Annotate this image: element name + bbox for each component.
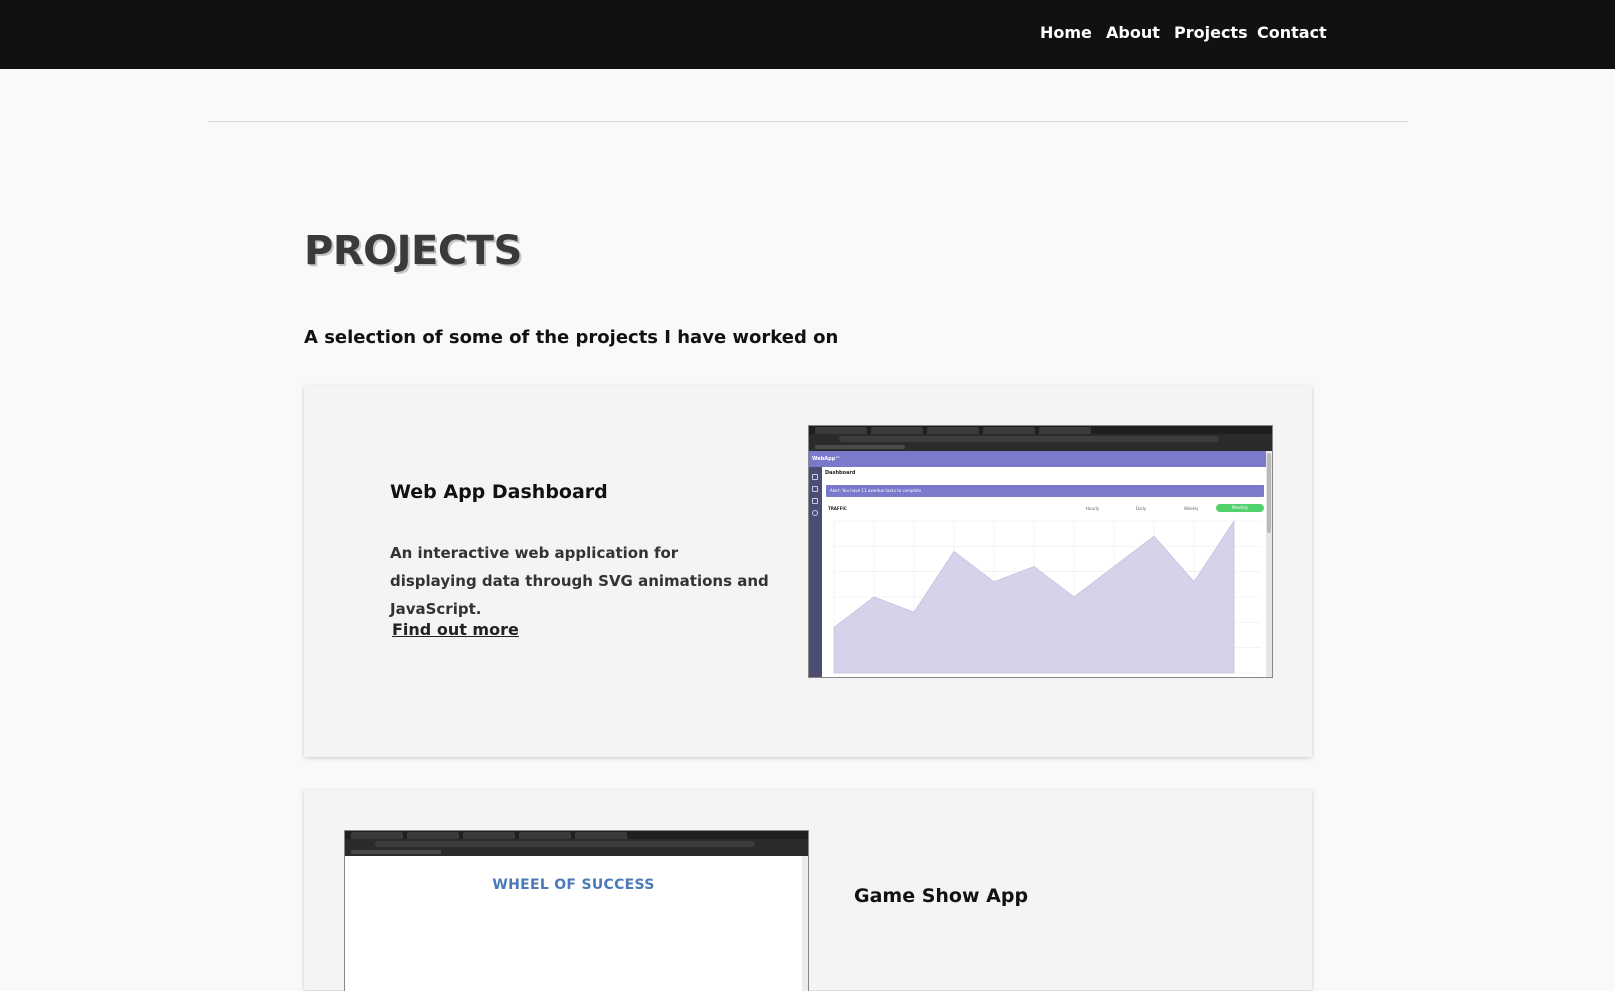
gear-icon xyxy=(812,510,818,516)
project-description: An interactive web application for displ… xyxy=(390,544,769,618)
project-screenshot-dashboard[interactable]: WebApp™ Dashboard Alert: You have 11 ove… xyxy=(808,425,1273,678)
page-subtitle: A selection of some of the projects I ha… xyxy=(304,327,839,348)
browser-chrome xyxy=(345,831,808,856)
browser-chrome xyxy=(809,426,1272,451)
nav-link-contact[interactable]: Contact xyxy=(1257,23,1327,42)
wheel-of-success-heading: WHEEL OF SUCCESS xyxy=(492,877,655,893)
page-title: PROJECTS xyxy=(304,228,522,274)
screenshot-scrollbar xyxy=(1266,451,1272,677)
traffic-label: TRAFFIC xyxy=(828,506,847,511)
dashboard-label: Dashboard xyxy=(825,470,856,476)
period-weekly: Weekly xyxy=(1184,506,1199,511)
traffic-chart xyxy=(833,519,1260,674)
screenshot-scrollbar xyxy=(802,856,808,991)
nav-link-home[interactable]: Home xyxy=(1040,23,1092,42)
top-navbar: Home About Projects Contact xyxy=(0,0,1615,69)
nav-link-projects[interactable]: Projects xyxy=(1174,23,1248,42)
nav-link-about[interactable]: About xyxy=(1106,23,1160,42)
period-monthly-active: Monthly xyxy=(1216,504,1264,512)
dashboard-app-header: WebApp™ xyxy=(809,451,1272,467)
project-screenshot-wheel[interactable]: WHEEL OF SUCCESS xyxy=(344,830,809,991)
dashboard-alert: Alert: You have 11 overdue tasks to comp… xyxy=(826,485,1264,497)
find-out-more-link[interactable]: Find out more xyxy=(392,620,519,639)
project-card-game-show-app: WHEEL OF SUCCESS Game Show App xyxy=(304,790,1312,991)
project-card-web-app-dashboard: Web App Dashboard An interactive web app… xyxy=(304,386,1312,757)
header-divider xyxy=(208,121,1408,122)
period-hourly: Hourly xyxy=(1086,506,1100,511)
home-icon xyxy=(812,474,818,480)
dashboard-sidebar xyxy=(809,467,822,677)
period-daily: Daily xyxy=(1136,506,1147,511)
project-title: Web App Dashboard xyxy=(390,481,608,503)
chart-icon xyxy=(812,486,818,492)
users-icon xyxy=(812,498,818,504)
project-title: Game Show App xyxy=(854,885,1029,907)
